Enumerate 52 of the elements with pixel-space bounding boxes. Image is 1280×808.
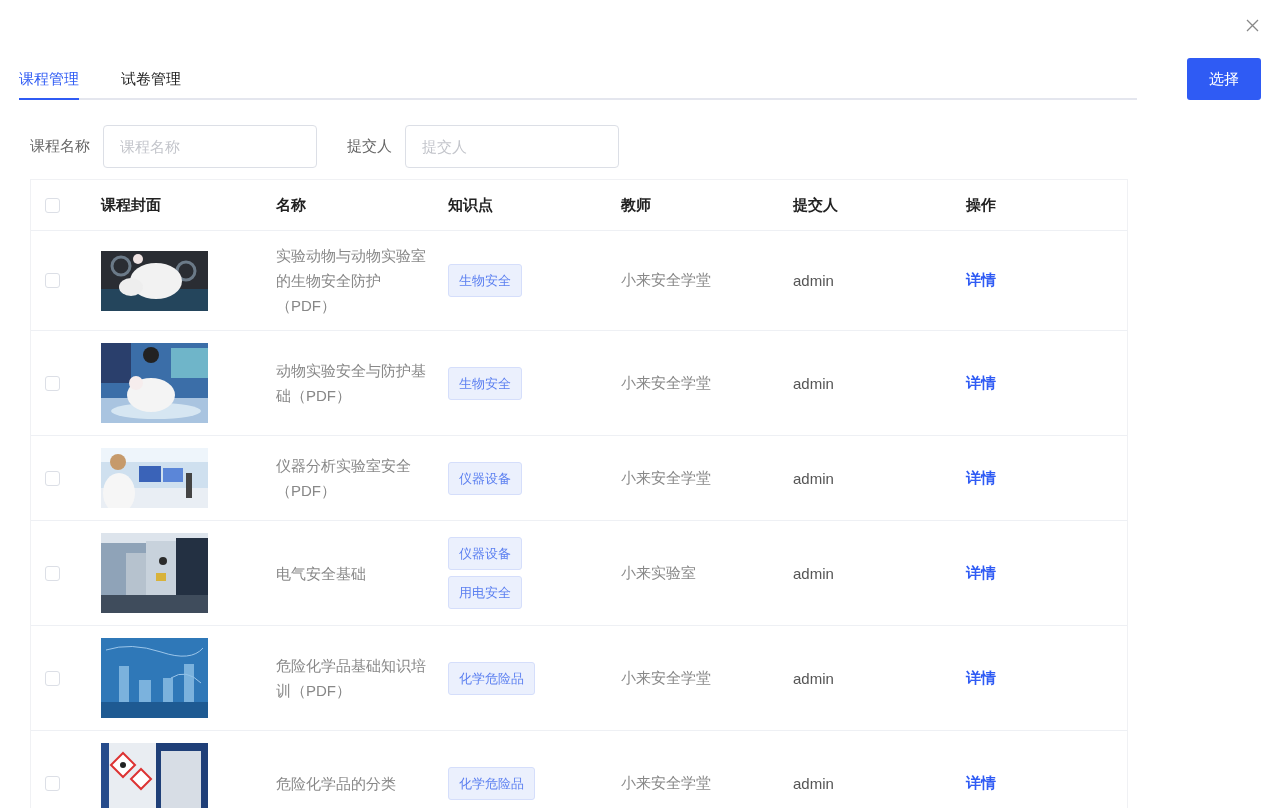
teacher-name: 小来安全学堂 bbox=[621, 468, 711, 486]
course-name: 危险化学品的分类 bbox=[276, 773, 397, 794]
teacher-name: 小来安全学堂 bbox=[621, 773, 711, 791]
teacher-name: 小来安全学堂 bbox=[621, 271, 711, 288]
column-header: 操作 bbox=[966, 195, 996, 213]
details-link[interactable]: 详情 bbox=[966, 373, 996, 391]
column-header: 教师 bbox=[621, 195, 651, 213]
input-field[interactable]: 提交人 bbox=[405, 125, 619, 168]
course-name: 动物实验安全与防护基础（PDF） bbox=[276, 361, 427, 406]
tab[interactable]: 课程管理 bbox=[19, 58, 79, 100]
select-button[interactable]: 选择 bbox=[1187, 58, 1261, 100]
tag: 仪器设备 bbox=[448, 537, 522, 570]
field-label: 课程名称 bbox=[30, 137, 90, 156]
details-link[interactable]: 详情 bbox=[966, 668, 996, 686]
teacher-name: 小来实验室 bbox=[621, 563, 696, 581]
column-header: 课程封面 bbox=[101, 195, 161, 213]
submitter-name: admin bbox=[793, 374, 834, 392]
tag: 仪器设备 bbox=[448, 461, 522, 495]
close-icon[interactable] bbox=[1246, 19, 1259, 32]
details-link[interactable]: 详情 bbox=[966, 468, 996, 486]
details-link[interactable]: 详情 bbox=[966, 773, 996, 791]
tag: 用电安全 bbox=[448, 576, 522, 609]
submitter-name: admin bbox=[793, 774, 834, 792]
checkbox[interactable] bbox=[45, 470, 60, 486]
tag: 化学危险品 bbox=[448, 766, 535, 800]
checkbox[interactable] bbox=[45, 775, 60, 791]
submitter-name: admin bbox=[793, 564, 834, 582]
checkbox[interactable] bbox=[45, 273, 60, 288]
submitter-name: admin bbox=[793, 469, 834, 487]
course-name: 危险化学品基础知识培训（PDF） bbox=[276, 656, 427, 701]
submitter-name: admin bbox=[793, 272, 834, 289]
tag: 生物安全 bbox=[448, 264, 522, 297]
tab[interactable]: 试卷管理 bbox=[121, 58, 181, 100]
field-label: 提交人 bbox=[347, 137, 392, 156]
submitter-name: admin bbox=[793, 669, 834, 687]
column-header: 提交人 bbox=[793, 195, 838, 213]
checkbox[interactable] bbox=[45, 197, 60, 213]
course-name: 仪器分析实验室安全（PDF） bbox=[276, 456, 412, 501]
tag: 生物安全 bbox=[448, 366, 522, 400]
teacher-name: 小来安全学堂 bbox=[621, 668, 711, 686]
course-name: 实验动物与动物实验室的生物安全防护（PDF） bbox=[276, 246, 427, 316]
teacher-name: 小来安全学堂 bbox=[621, 373, 711, 391]
column-header: 知识点 bbox=[448, 195, 493, 213]
tag: 化学危险品 bbox=[448, 661, 535, 695]
input-field[interactable]: 课程名称 bbox=[103, 125, 317, 168]
checkbox[interactable] bbox=[45, 565, 60, 581]
details-link[interactable]: 详情 bbox=[966, 563, 996, 581]
column-header: 名称 bbox=[276, 195, 306, 213]
checkbox[interactable] bbox=[45, 375, 60, 391]
checkbox[interactable] bbox=[45, 670, 60, 686]
course-name: 电气安全基础 bbox=[276, 563, 367, 584]
details-link[interactable]: 详情 bbox=[966, 271, 996, 288]
